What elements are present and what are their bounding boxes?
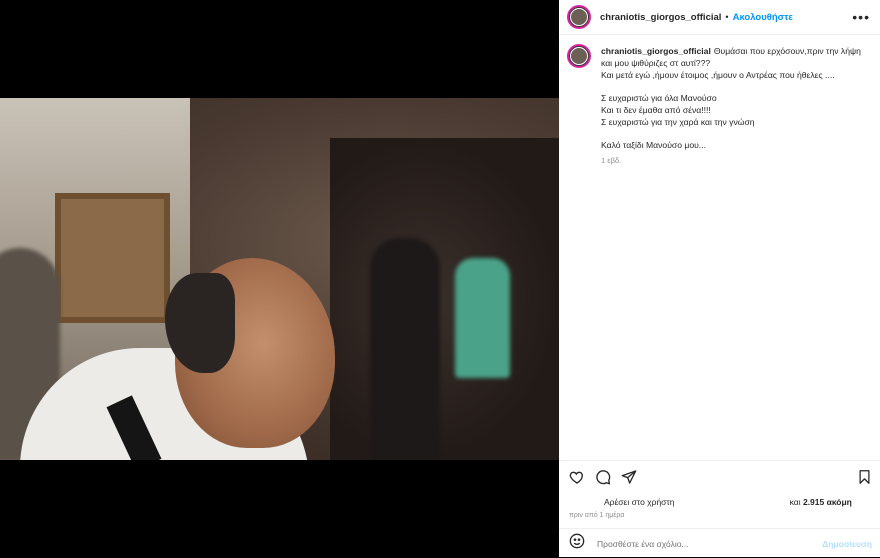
caption-gap: [601, 129, 871, 141]
caption-time[interactable]: 1 εβδ.: [601, 156, 621, 165]
header-separator: •: [725, 12, 729, 22]
posted-time[interactable]: πριν από 1 ημέρα: [569, 512, 624, 519]
emoji-icon[interactable]: [569, 533, 585, 554]
caption-gap: [601, 81, 871, 93]
caption-first-line: chraniotis_giorgos_official Θυμάσαι που ε…: [601, 46, 871, 70]
photo-crowd-person-dark: [370, 238, 440, 460]
caption-text: chraniotis_giorgos_official Θυμάσαι που ε…: [601, 46, 871, 152]
header-username[interactable]: chraniotis_giorgos_official: [600, 12, 721, 23]
caption-avatar[interactable]: [567, 44, 591, 68]
likes-prefix: Αρέσει στο χρήστη: [604, 497, 675, 507]
post-media: [0, 0, 559, 557]
comment-icon[interactable]: [595, 469, 611, 485]
photo-background-door: [55, 193, 170, 323]
post-comment-button[interactable]: Δημοσίευση: [822, 539, 872, 549]
avatar[interactable]: [567, 5, 591, 29]
avatar-image: [570, 47, 588, 65]
more-options-icon[interactable]: •••: [852, 9, 870, 25]
share-icon[interactable]: [621, 469, 637, 485]
caption-line-6: Καλό ταξίδι Μανούσο μου...: [601, 140, 706, 151]
post-photo[interactable]: [0, 98, 559, 460]
post-header: chraniotis_giorgos_official • Ακολουθήστ…: [559, 0, 880, 35]
post-actions: Αρέσει στο χρήστη και 2.915 ακόμη πριν α…: [559, 460, 880, 531]
heart-icon[interactable]: [569, 469, 585, 485]
action-icons: [569, 469, 637, 485]
caption-username[interactable]: chraniotis_giorgos_official: [601, 46, 711, 56]
avatar-image: [570, 8, 588, 26]
bookmark-icon[interactable]: [857, 469, 872, 485]
post-side-panel: chraniotis_giorgos_official • Ακολουθήστ…: [559, 0, 880, 557]
comment-bar: Δημοσίευση: [559, 528, 880, 558]
caption-line-5: Σ ευχαριστώ για την χαρά και την γνώση: [601, 116, 755, 127]
photo-crowd-person-green: [455, 258, 510, 378]
likes-count[interactable]: 2.915 ακόμη: [803, 497, 852, 507]
likes-summary[interactable]: Αρέσει στο χρήστη και 2.915 ακόμη: [604, 497, 852, 507]
likes-and: και: [789, 497, 801, 507]
caption-line-4: Και τι δεν έμαθα από σένα!!!!: [601, 104, 711, 115]
caption-line-2: Και μετά εγώ ,ήμουν έτοιμος ,ήμουν ο Αντ…: [601, 69, 835, 80]
follow-button[interactable]: Ακολουθήστε: [733, 12, 793, 23]
caption-line-3: Σ ευχαριστώ για όλα Μανούσο: [601, 93, 717, 104]
photo-background-crowd: [330, 138, 559, 460]
comment-input[interactable]: [595, 537, 804, 550]
